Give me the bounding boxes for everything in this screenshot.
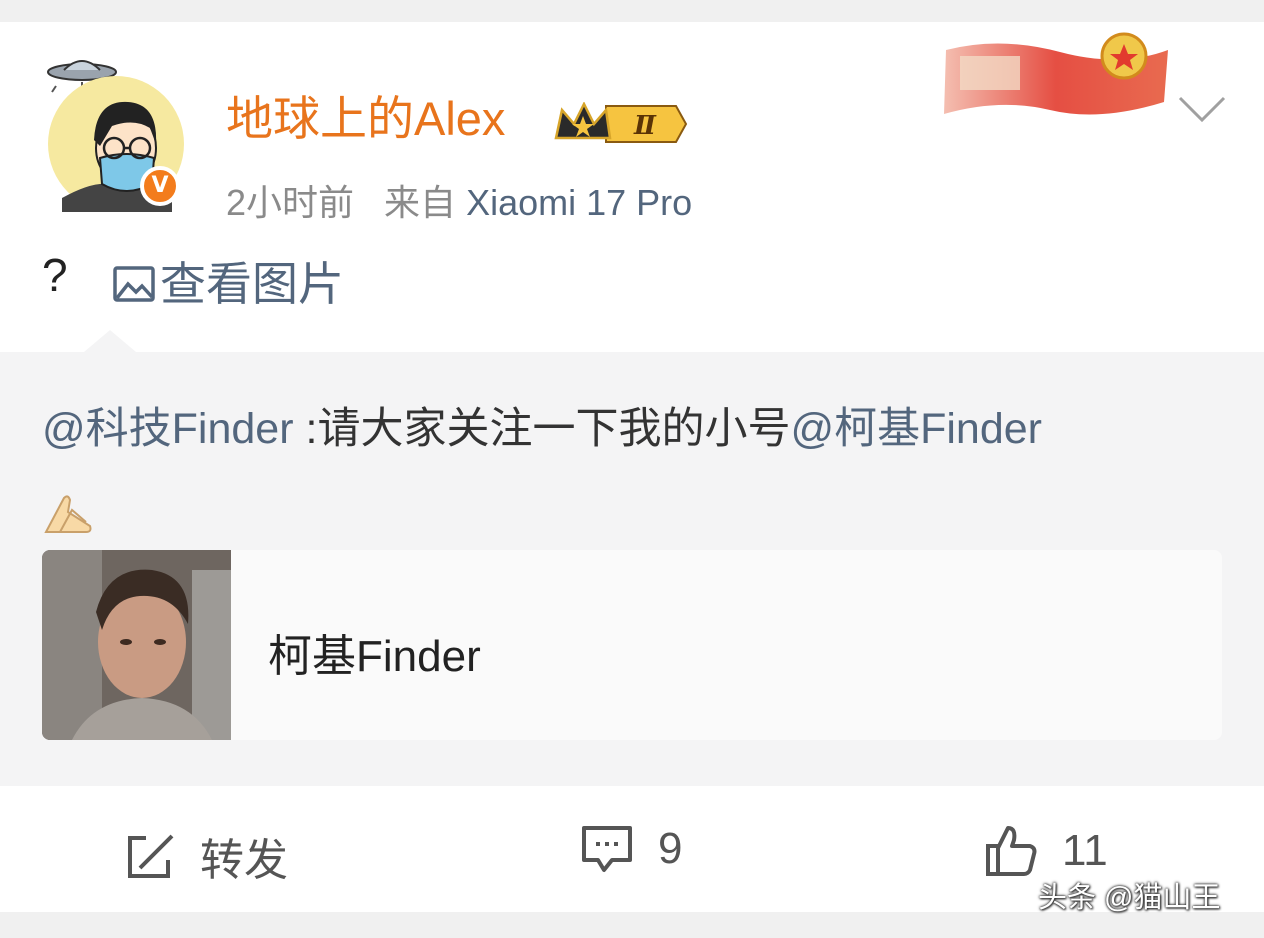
user-card[interactable]: 柯基Finder — [42, 550, 1222, 740]
comment-count: 9 — [658, 824, 683, 873]
like-count: 11 — [1062, 826, 1108, 875]
post-text: ? — [42, 249, 68, 301]
view-picture-label: 查看图片 — [160, 258, 344, 310]
user-card-photo — [42, 550, 231, 740]
view-picture-link[interactable]: 查看图片 — [112, 248, 344, 314]
svg-text:Ⅱ: Ⅱ — [633, 111, 657, 141]
watermark: 头条 @猫山王 — [1038, 882, 1221, 914]
repost-label: 转发 — [200, 836, 288, 885]
share-icon — [128, 834, 174, 878]
repost-text: @科技Finder :请大家关注一下我的小号@柯基Finder — [42, 394, 1042, 456]
repost-notch — [84, 330, 136, 352]
post-source-device[interactable]: Xiaomi 17 Pro — [466, 182, 692, 223]
repost-body: :请大家关注一下我的小号 — [293, 405, 791, 453]
post-meta: 2小时前 来自 Xiaomi 17 Pro — [226, 174, 692, 226]
member-crown-badge-icon[interactable]: Ⅱ — [552, 102, 688, 146]
verified-badge: V — [140, 166, 180, 206]
post-time: 2小时前 — [226, 182, 355, 223]
repost-block[interactable]: @科技Finder :请大家关注一下我的小号@柯基Finder 柯基Finder — [0, 330, 1264, 786]
author-name[interactable]: 地球上的Alex — [226, 80, 505, 149]
avatar[interactable]: V — [38, 48, 188, 213]
chevron-down-icon[interactable] — [1176, 92, 1228, 124]
user-card-name: 柯基Finder — [268, 632, 481, 681]
like-button[interactable]: 11 — [984, 824, 1108, 878]
post-source-prefix: 来自 — [384, 182, 457, 223]
flag-decoration-icon — [944, 32, 1168, 115]
picture-icon — [113, 266, 155, 302]
comment-button[interactable]: 9 — [580, 824, 682, 874]
comment-icon — [582, 826, 632, 872]
thumbs-up-icon — [986, 826, 1037, 876]
praying-hands-icon — [44, 495, 92, 533]
weibo-post-card: V 地球上的Alex Ⅱ 2小时前 来自 Xiaomi 17 Pro ? 查看图… — [0, 22, 1264, 912]
mention-link[interactable]: @科技Finder — [42, 405, 294, 453]
repost-button[interactable]: 转发 — [124, 824, 288, 888]
mention-link[interactable]: @柯基Finder — [790, 405, 1042, 453]
